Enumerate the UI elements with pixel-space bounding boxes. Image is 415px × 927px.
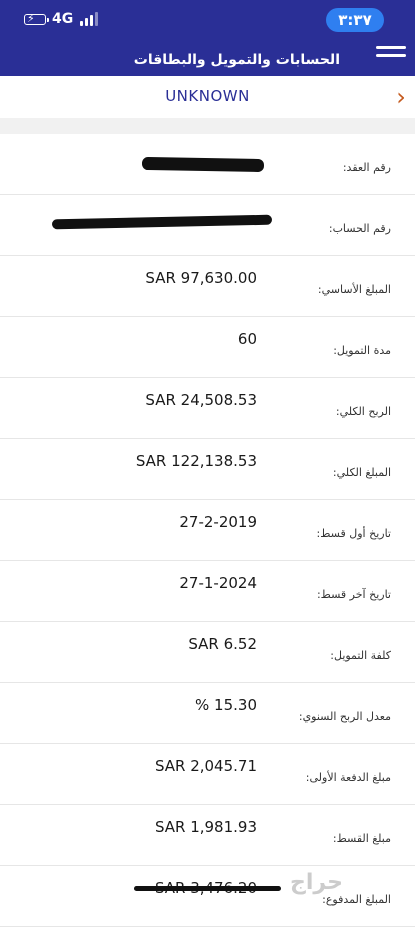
detail-value: % 15.30 [195, 696, 257, 714]
detail-row-first-payment: مبلغ الدفعة الأولى: SAR 2,045.71 [0, 744, 415, 805]
redacted-value [141, 156, 265, 173]
detail-label: مدة التمويل: [333, 344, 391, 357]
detail-row-paid-amount: المبلغ المدفوع: SAR 3,476.20 [0, 866, 415, 927]
detail-value: 27-2-2019 [179, 513, 257, 531]
detail-label: رقم العقد: [342, 161, 391, 174]
status-time: ٣:٣٧ [326, 8, 384, 32]
battery-charging-icon: ⚡ [24, 12, 49, 25]
network-type: 4G [52, 11, 74, 27]
detail-row-first-installment-date: تاريخ أول قسط: 27-2-2019 [0, 500, 415, 561]
chevron-right-icon[interactable]: › [390, 82, 412, 112]
home-indicator[interactable] [134, 886, 281, 891]
hamburger-menu-icon[interactable] [376, 44, 410, 64]
account-subheader: UNKNOWN › [0, 76, 415, 119]
account-name: UNKNOWN [165, 87, 250, 105]
signal-bars-icon [80, 12, 100, 26]
detail-label: مبلغ القسط: [332, 832, 391, 845]
status-bar: ⚡ 4G ٣:٣٧ [0, 0, 415, 40]
redacted-value [51, 214, 273, 230]
detail-label: تاريخ آخر قسط: [316, 588, 391, 601]
detail-label: تاريخ أول قسط: [316, 527, 391, 540]
detail-label: مبلغ الدفعة الأولى: [305, 771, 391, 784]
detail-label: المبلغ الكلي: [332, 466, 391, 479]
detail-row-last-installment-date: تاريخ آخر قسط: 27-1-2024 [0, 561, 415, 622]
detail-label: المبلغ الأساسي: [317, 283, 391, 296]
detail-row-term: مدة التمويل: 60 [0, 317, 415, 378]
section-divider [0, 118, 415, 134]
detail-value: SAR 1,981.93 [154, 818, 257, 836]
detail-row-installment-amount: مبلغ القسط: SAR 1,981.93 [0, 805, 415, 866]
detail-row-contract-number: رقم العقد: [0, 134, 415, 195]
detail-row-finance-cost: كلفة التمويل: SAR 6.52 [0, 622, 415, 683]
detail-row-total-amount: المبلغ الكلي: SAR 122,138.53 [0, 439, 415, 500]
detail-value: SAR 122,138.53 [135, 452, 257, 470]
detail-value: SAR 24,508.53 [145, 391, 257, 409]
detail-row-annual-rate: معدل الربح السنوي: % 15.30 [0, 683, 415, 744]
detail-value: SAR 6.52 [188, 635, 257, 653]
page-title: الحسابات والتمويل والبطاقات [133, 52, 340, 68]
detail-label: كلفة التمويل: [330, 649, 391, 662]
watermark-logo: حراج [290, 870, 343, 895]
detail-value: SAR 97,630.00 [145, 269, 257, 287]
detail-value: 27-1-2024 [179, 574, 257, 592]
detail-value: 60 [237, 330, 257, 348]
detail-label: معدل الربح السنوي: [298, 710, 391, 723]
detail-value: SAR 2,045.71 [154, 757, 257, 775]
detail-label: الربح الكلي: [335, 405, 391, 418]
detail-row-total-profit: الربح الكلي: SAR 24,508.53 [0, 378, 415, 439]
detail-row-principal: المبلغ الأساسي: SAR 97,630.00 [0, 256, 415, 317]
detail-row-account-number: رقم الحساب: [0, 195, 415, 256]
detail-label: رقم الحساب: [328, 222, 391, 235]
finance-details-list: رقم العقد: رقم الحساب: المبلغ الأساسي: S… [0, 134, 415, 927]
app-header: ⚡ 4G ٣:٣٧ الحسابات والتمويل والبطاقات [0, 0, 415, 76]
